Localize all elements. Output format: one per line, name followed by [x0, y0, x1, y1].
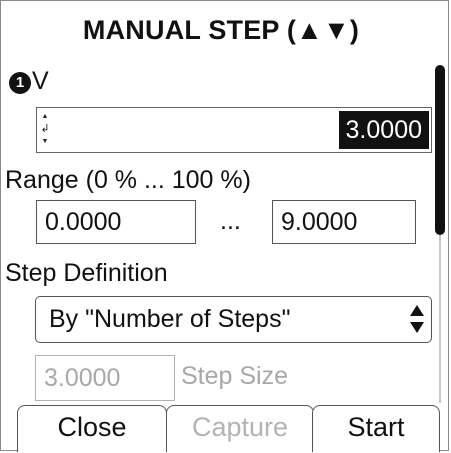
capture-tab: Capture [166, 405, 314, 452]
close-tab[interactable]: Close [17, 405, 167, 452]
enter-icon[interactable]: ↲ [40, 122, 50, 136]
range-max-field[interactable]: 9.0000 [272, 200, 416, 244]
select-arrows-icon [410, 305, 424, 333]
voltage-value-text: 3.0000 [338, 111, 429, 149]
manual-step-dialog: MANUAL STEP (▲▼) 1V ▲ ↲ ▼ 3.0000 Range (… [0, 0, 449, 452]
dialog-title: MANUAL STEP (▲▼) [82, 15, 360, 45]
spin-down-icon[interactable]: ▼ [40, 136, 50, 147]
range-label: Range (0 % ... 100 %) [5, 166, 251, 194]
step-definition-value: By "Number of Steps" [49, 305, 291, 333]
range-separator: ... [220, 207, 241, 235]
voltage-value-field[interactable]: ▲ ↲ ▼ 3.0000 [36, 107, 432, 153]
voltage-label: 1V [9, 67, 49, 96]
step-size-label: Step Size [181, 362, 289, 390]
scrollbar-thumb[interactable] [435, 65, 445, 235]
unit-label: V [32, 67, 49, 95]
range-min-field[interactable]: 0.0000 [36, 200, 196, 244]
step-definition-select[interactable]: By "Number of Steps" [35, 296, 432, 343]
spin-control[interactable]: ▲ ↲ ▼ [40, 111, 50, 149]
step-size-field: 3.0000 [35, 355, 175, 401]
scrollbar-track[interactable] [439, 235, 441, 403]
step-definition-label: Step Definition [5, 259, 168, 287]
spin-up-icon[interactable]: ▲ [40, 111, 50, 122]
number-badge: 1 [9, 72, 31, 94]
start-tab[interactable]: Start [312, 405, 440, 452]
